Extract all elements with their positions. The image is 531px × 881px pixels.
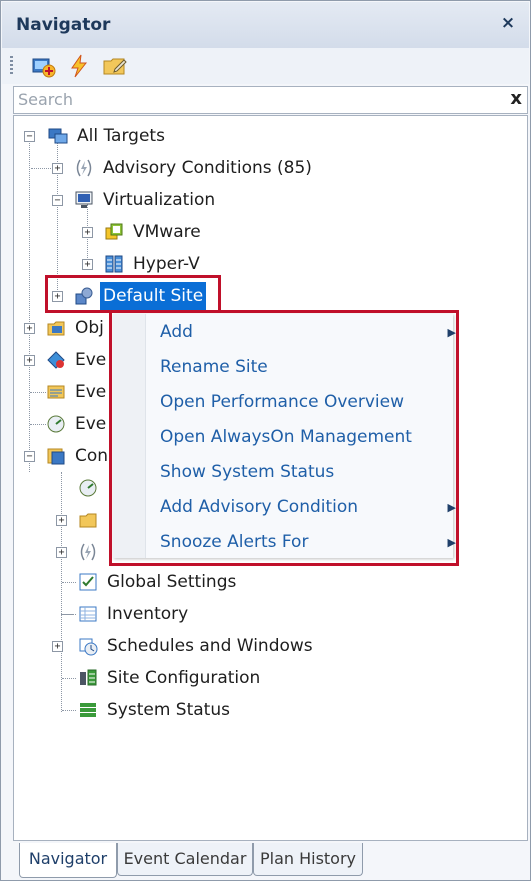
- events-icon: [47, 351, 65, 369]
- search-box: x: [13, 86, 528, 114]
- tree-label: Inventory: [107, 604, 189, 624]
- advisory-icon: [80, 543, 96, 561]
- tab-label: Navigator: [28, 849, 108, 868]
- toolbar-grip[interactable]: [10, 56, 13, 76]
- checklist-icon: [79, 573, 97, 591]
- tree-label: Con: [75, 446, 109, 466]
- objects-icon: [47, 321, 65, 336]
- panel-titlebar: Navigator ×: [2, 2, 529, 48]
- collapse-icon[interactable]: −: [24, 451, 35, 462]
- add-target-icon: [32, 58, 56, 78]
- highlight-box: [45, 275, 221, 313]
- advisory-icon: [76, 159, 92, 177]
- clear-search-icon[interactable]: x: [510, 88, 522, 109]
- tree-line: [30, 424, 46, 425]
- gauge-icon: [47, 415, 65, 433]
- tree-node-system-status[interactable]: System Status: [62, 696, 462, 724]
- expand-icon[interactable]: +: [56, 515, 67, 526]
- tree-node-virtualization[interactable]: − Virtualization: [52, 186, 452, 214]
- status-bars-icon: [80, 703, 96, 717]
- configuration-icon: [47, 448, 65, 465]
- tree-label: System Status: [107, 700, 230, 720]
- lightning-button[interactable]: [66, 53, 92, 79]
- tree-label: Virtualization: [103, 190, 216, 210]
- collapse-icon[interactable]: −: [24, 131, 35, 142]
- expand-icon[interactable]: +: [24, 323, 35, 334]
- panel-title: Navigator: [16, 15, 111, 35]
- clock-calendar-icon: [79, 638, 98, 656]
- folder-icon: [79, 513, 97, 528]
- expand-icon[interactable]: +: [52, 641, 63, 652]
- tree-line: [62, 678, 76, 679]
- tree-node-hyperv[interactable]: + Hyper-V: [82, 250, 482, 278]
- monitor-icon: [75, 191, 93, 208]
- tree-node-vmware[interactable]: + VMware: [82, 218, 482, 246]
- tree-label: Hyper-V: [133, 254, 200, 274]
- tree-label: Advisory Conditions (85): [103, 158, 312, 178]
- gauge-icon: [79, 479, 97, 497]
- expand-icon[interactable]: +: [24, 355, 35, 366]
- tree-label: Obj: [75, 318, 104, 338]
- tree-node-site-configuration[interactable]: Site Configuration: [62, 664, 462, 692]
- collapse-icon[interactable]: −: [52, 195, 63, 206]
- tree-node-global-settings[interactable]: Global Settings: [62, 568, 462, 596]
- expand-icon[interactable]: +: [82, 259, 93, 270]
- folder-edit-button[interactable]: [102, 53, 128, 79]
- tree-label: Eve: [75, 350, 107, 370]
- hyperv-icon: [105, 255, 123, 273]
- site-config-icon: [80, 669, 97, 686]
- expand-icon[interactable]: +: [52, 163, 63, 174]
- vmware-icon: [105, 223, 123, 240]
- tab-navigator[interactable]: Navigator: [19, 843, 117, 878]
- tree-node-inventory[interactable]: Inventory: [62, 600, 462, 628]
- tree-label: Global Settings: [107, 572, 237, 592]
- navigator-panel: Navigator × x: [0, 0, 531, 881]
- bottom-tabs: Navigator Event Calendar Plan History: [13, 843, 526, 879]
- tree-line: [62, 582, 76, 583]
- tree-line: [30, 392, 46, 393]
- event-log-icon: [47, 385, 65, 399]
- close-icon[interactable]: ×: [497, 13, 519, 35]
- toolbar: [2, 48, 529, 84]
- expand-icon[interactable]: +: [56, 547, 67, 558]
- tree-line: [62, 614, 76, 615]
- tree-node-schedules[interactable]: + Schedules and Windows: [52, 632, 452, 660]
- tree-label: VMware: [133, 222, 201, 242]
- expand-icon[interactable]: +: [82, 227, 93, 238]
- tree-label: Site Configuration: [107, 668, 261, 688]
- table-icon: [79, 606, 97, 622]
- tab-label: Plan History: [259, 849, 357, 868]
- network-targets-icon: [48, 128, 68, 144]
- add-target-button[interactable]: [30, 53, 56, 79]
- highlight-box: [109, 310, 459, 566]
- folder-edit-icon: [103, 58, 127, 75]
- tree-node-all-targets[interactable]: − All Targets: [24, 122, 424, 150]
- tree-line: [62, 710, 76, 711]
- search-input[interactable]: [18, 89, 488, 109]
- tree-label: Eve: [75, 414, 107, 434]
- tab-label: Event Calendar: [123, 849, 247, 868]
- lightning-icon: [71, 54, 88, 78]
- tree-label: All Targets: [77, 126, 165, 146]
- tree-label: Eve: [75, 382, 107, 402]
- tab-plan-history[interactable]: Plan History: [253, 843, 363, 876]
- tree-node-advisory-conditions[interactable]: + Advisory Conditions (85): [52, 154, 452, 182]
- tab-event-calendar[interactable]: Event Calendar: [117, 843, 253, 876]
- tree-label: Schedules and Windows: [107, 636, 313, 656]
